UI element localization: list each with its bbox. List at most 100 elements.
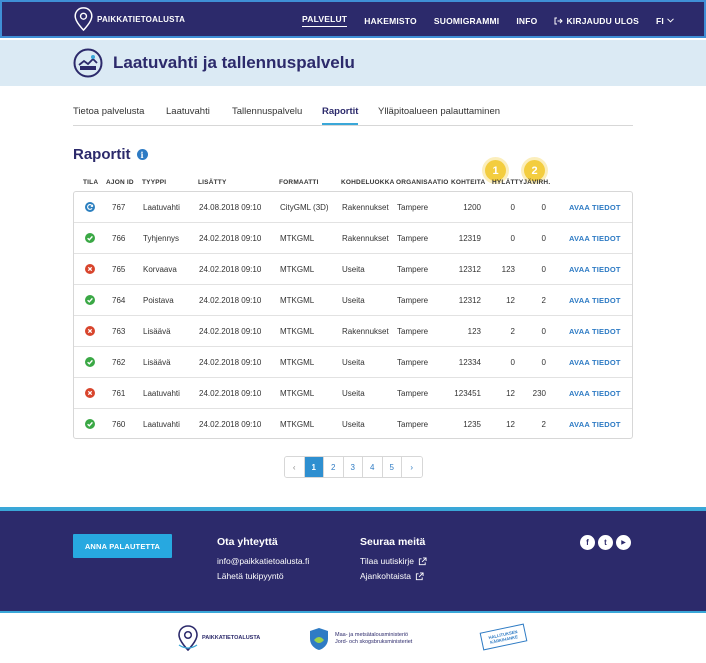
organisation: Tampere (397, 327, 429, 336)
info-icon[interactable]: i (136, 149, 148, 160)
col-hylattyja[interactable]: HYLÄTTYJÄ (492, 179, 532, 186)
logo-text: PAIKKATIETOALUSTA (97, 14, 186, 24)
col-organisaatio[interactable]: ORGANISAATIO (396, 179, 448, 186)
logout-button[interactable]: KIRJAUDU ULOS (554, 16, 639, 26)
open-details-link[interactable]: AVAA TIEDOT (569, 420, 621, 429)
run-type: Laatuvahti (143, 420, 180, 429)
open-details-link[interactable]: AVAA TIEDOT (569, 265, 621, 274)
rejected-count: 0 (510, 203, 515, 212)
open-details-link[interactable]: AVAA TIEDOT (569, 234, 621, 243)
error-count: 230 (532, 389, 546, 398)
run-id: 764 (112, 296, 126, 305)
rejected-count: 12 (506, 420, 515, 429)
run-id: 760 (112, 420, 126, 429)
section-heading: Raportit i (73, 146, 148, 163)
page-1-button[interactable]: 1 (304, 457, 324, 477)
tab-laatuvahti[interactable]: Laatuvahti (166, 106, 210, 117)
feature-count: 12312 (458, 265, 481, 274)
tab-tallennuspalvelu[interactable]: Tallennuspalvelu (232, 106, 302, 117)
support-request-link[interactable]: Lähetä tukipyyntö (217, 571, 309, 581)
col-lisatty[interactable]: LISÄTTY (198, 179, 226, 186)
nav-palvelut[interactable]: PALVELUT (302, 14, 348, 27)
format: MTKGML (280, 389, 315, 398)
error-count: 0 (541, 234, 546, 243)
col-kohteita[interactable]: KOHTEITA (451, 179, 485, 186)
nav-suomigrammi[interactable]: SUOMIGRAMMI (434, 16, 499, 26)
marker-badge-2: 2 (524, 160, 545, 181)
added-date: 24.02.2018 09:10 (199, 234, 262, 243)
rejected-count: 12 (506, 389, 515, 398)
run-id: 762 (112, 358, 126, 367)
open-details-link[interactable]: AVAA TIEDOT (569, 327, 621, 336)
language-selector[interactable]: FI (656, 16, 674, 26)
footer: ANNA PALAUTETTA Ota yhteyttä info@paikka… (0, 507, 706, 611)
rejected-count: 2 (510, 327, 515, 336)
feature-class: Useita (342, 389, 365, 398)
run-type: Lisäävä (143, 358, 171, 367)
tab-yllapitoalueen-palauttaminen[interactable]: Ylläpitoalueen palauttaminen (378, 106, 500, 117)
status-error-icon (85, 264, 95, 274)
tab-tietoa-palvelusta[interactable]: Tietoa palvelusta (73, 106, 144, 117)
section-title: Raportit (73, 146, 131, 163)
col-formaatti[interactable]: FORMAATTI (279, 179, 319, 186)
status-error-icon (85, 326, 95, 336)
open-details-link[interactable]: AVAA TIEDOT (569, 203, 621, 212)
feature-class: Useita (342, 420, 365, 429)
prev-page-button[interactable]: ‹ (285, 457, 305, 477)
col-tyyppi[interactable]: TYYPPI (142, 179, 166, 186)
language-label: FI (655, 15, 664, 26)
nav-hakemisto[interactable]: HAKEMISTO (364, 16, 417, 26)
organisation: Tampere (397, 420, 429, 429)
feedback-button[interactable]: ANNA PALAUTETTA (73, 534, 172, 558)
error-count: 0 (541, 203, 546, 212)
run-type: Korvaava (143, 265, 177, 274)
open-details-link[interactable]: AVAA TIEDOT (569, 358, 621, 367)
col-ajon-id[interactable]: AJON ID (106, 179, 134, 186)
contact-email-link[interactable]: info@paikkatietoalusta.fi (217, 556, 309, 566)
error-count: 2 (541, 420, 546, 429)
feature-count: 12312 (458, 296, 481, 305)
kärkihanke-stamp: HALLITUKSEN KÄRKIHANKE (479, 623, 528, 651)
social-links: f t ▶ (580, 535, 631, 550)
twitter-icon[interactable]: t (598, 535, 613, 550)
added-date: 24.02.2018 09:10 (199, 389, 262, 398)
open-details-link[interactable]: AVAA TIEDOT (569, 296, 621, 305)
error-count: 0 (541, 327, 546, 336)
status-processing-icon (85, 202, 95, 212)
run-id: 765 (112, 265, 126, 274)
col-virh[interactable]: VIRH. (532, 179, 550, 186)
location-pin-icon (74, 7, 93, 31)
external-link-icon (418, 556, 427, 565)
run-id: 766 (112, 234, 126, 243)
page-4-button[interactable]: 4 (363, 457, 383, 477)
feature-count: 123 (467, 327, 481, 336)
site-logo[interactable]: PAIKKATIETOALUSTA (74, 7, 185, 31)
pagination: ‹ 1 2 3 4 5 › (284, 456, 423, 478)
newsletter-link[interactable]: Tilaa uutiskirje (360, 556, 427, 566)
partner-logo-text: PAIKKATIETOALUSTA (202, 635, 261, 641)
page-5-button[interactable]: 5 (382, 457, 402, 477)
format: MTKGML (280, 265, 315, 274)
youtube-icon[interactable]: ▶ (616, 535, 631, 550)
ministry-logo[interactable]: Maa- ja metsätalousministeriö Jord- och … (309, 627, 412, 651)
page-hero: Laatuvahti ja tallennuspalvelu (0, 40, 706, 86)
run-id: 761 (112, 389, 126, 398)
page-2-button[interactable]: 2 (324, 457, 344, 477)
col-tila[interactable]: TILA (83, 179, 98, 186)
logout-label: KIRJAUDU ULOS (566, 15, 639, 26)
paikkatietoalusta-logo[interactable]: PAIKKATIETOALUSTA (177, 625, 260, 651)
format: MTKGML (280, 358, 315, 367)
format: MTKGML (280, 234, 315, 243)
follow-title: Seuraa meitä (360, 536, 426, 548)
nav-info[interactable]: INFO (516, 16, 537, 26)
col-kohdeluokka[interactable]: KOHDELUOKKA (341, 179, 394, 186)
table-row: 761 Laatuvahti 24.02.2018 09:10 MTKGML Useit… (74, 378, 632, 409)
tab-raportit[interactable]: Raportit (322, 106, 359, 125)
facebook-icon[interactable]: f (580, 535, 595, 550)
current-news-link[interactable]: Ajankohtaista (360, 571, 427, 581)
page-3-button[interactable]: 3 (343, 457, 363, 477)
table-row: 763 Lisäävä 24.02.2018 09:10 MTKGML Rakennuk… (74, 316, 632, 347)
next-page-button[interactable]: › (402, 457, 422, 477)
tab-bar: Tietoa palvelusta Laatuvahti Tallennuspa… (73, 106, 633, 126)
open-details-link[interactable]: AVAA TIEDOT (569, 389, 621, 398)
